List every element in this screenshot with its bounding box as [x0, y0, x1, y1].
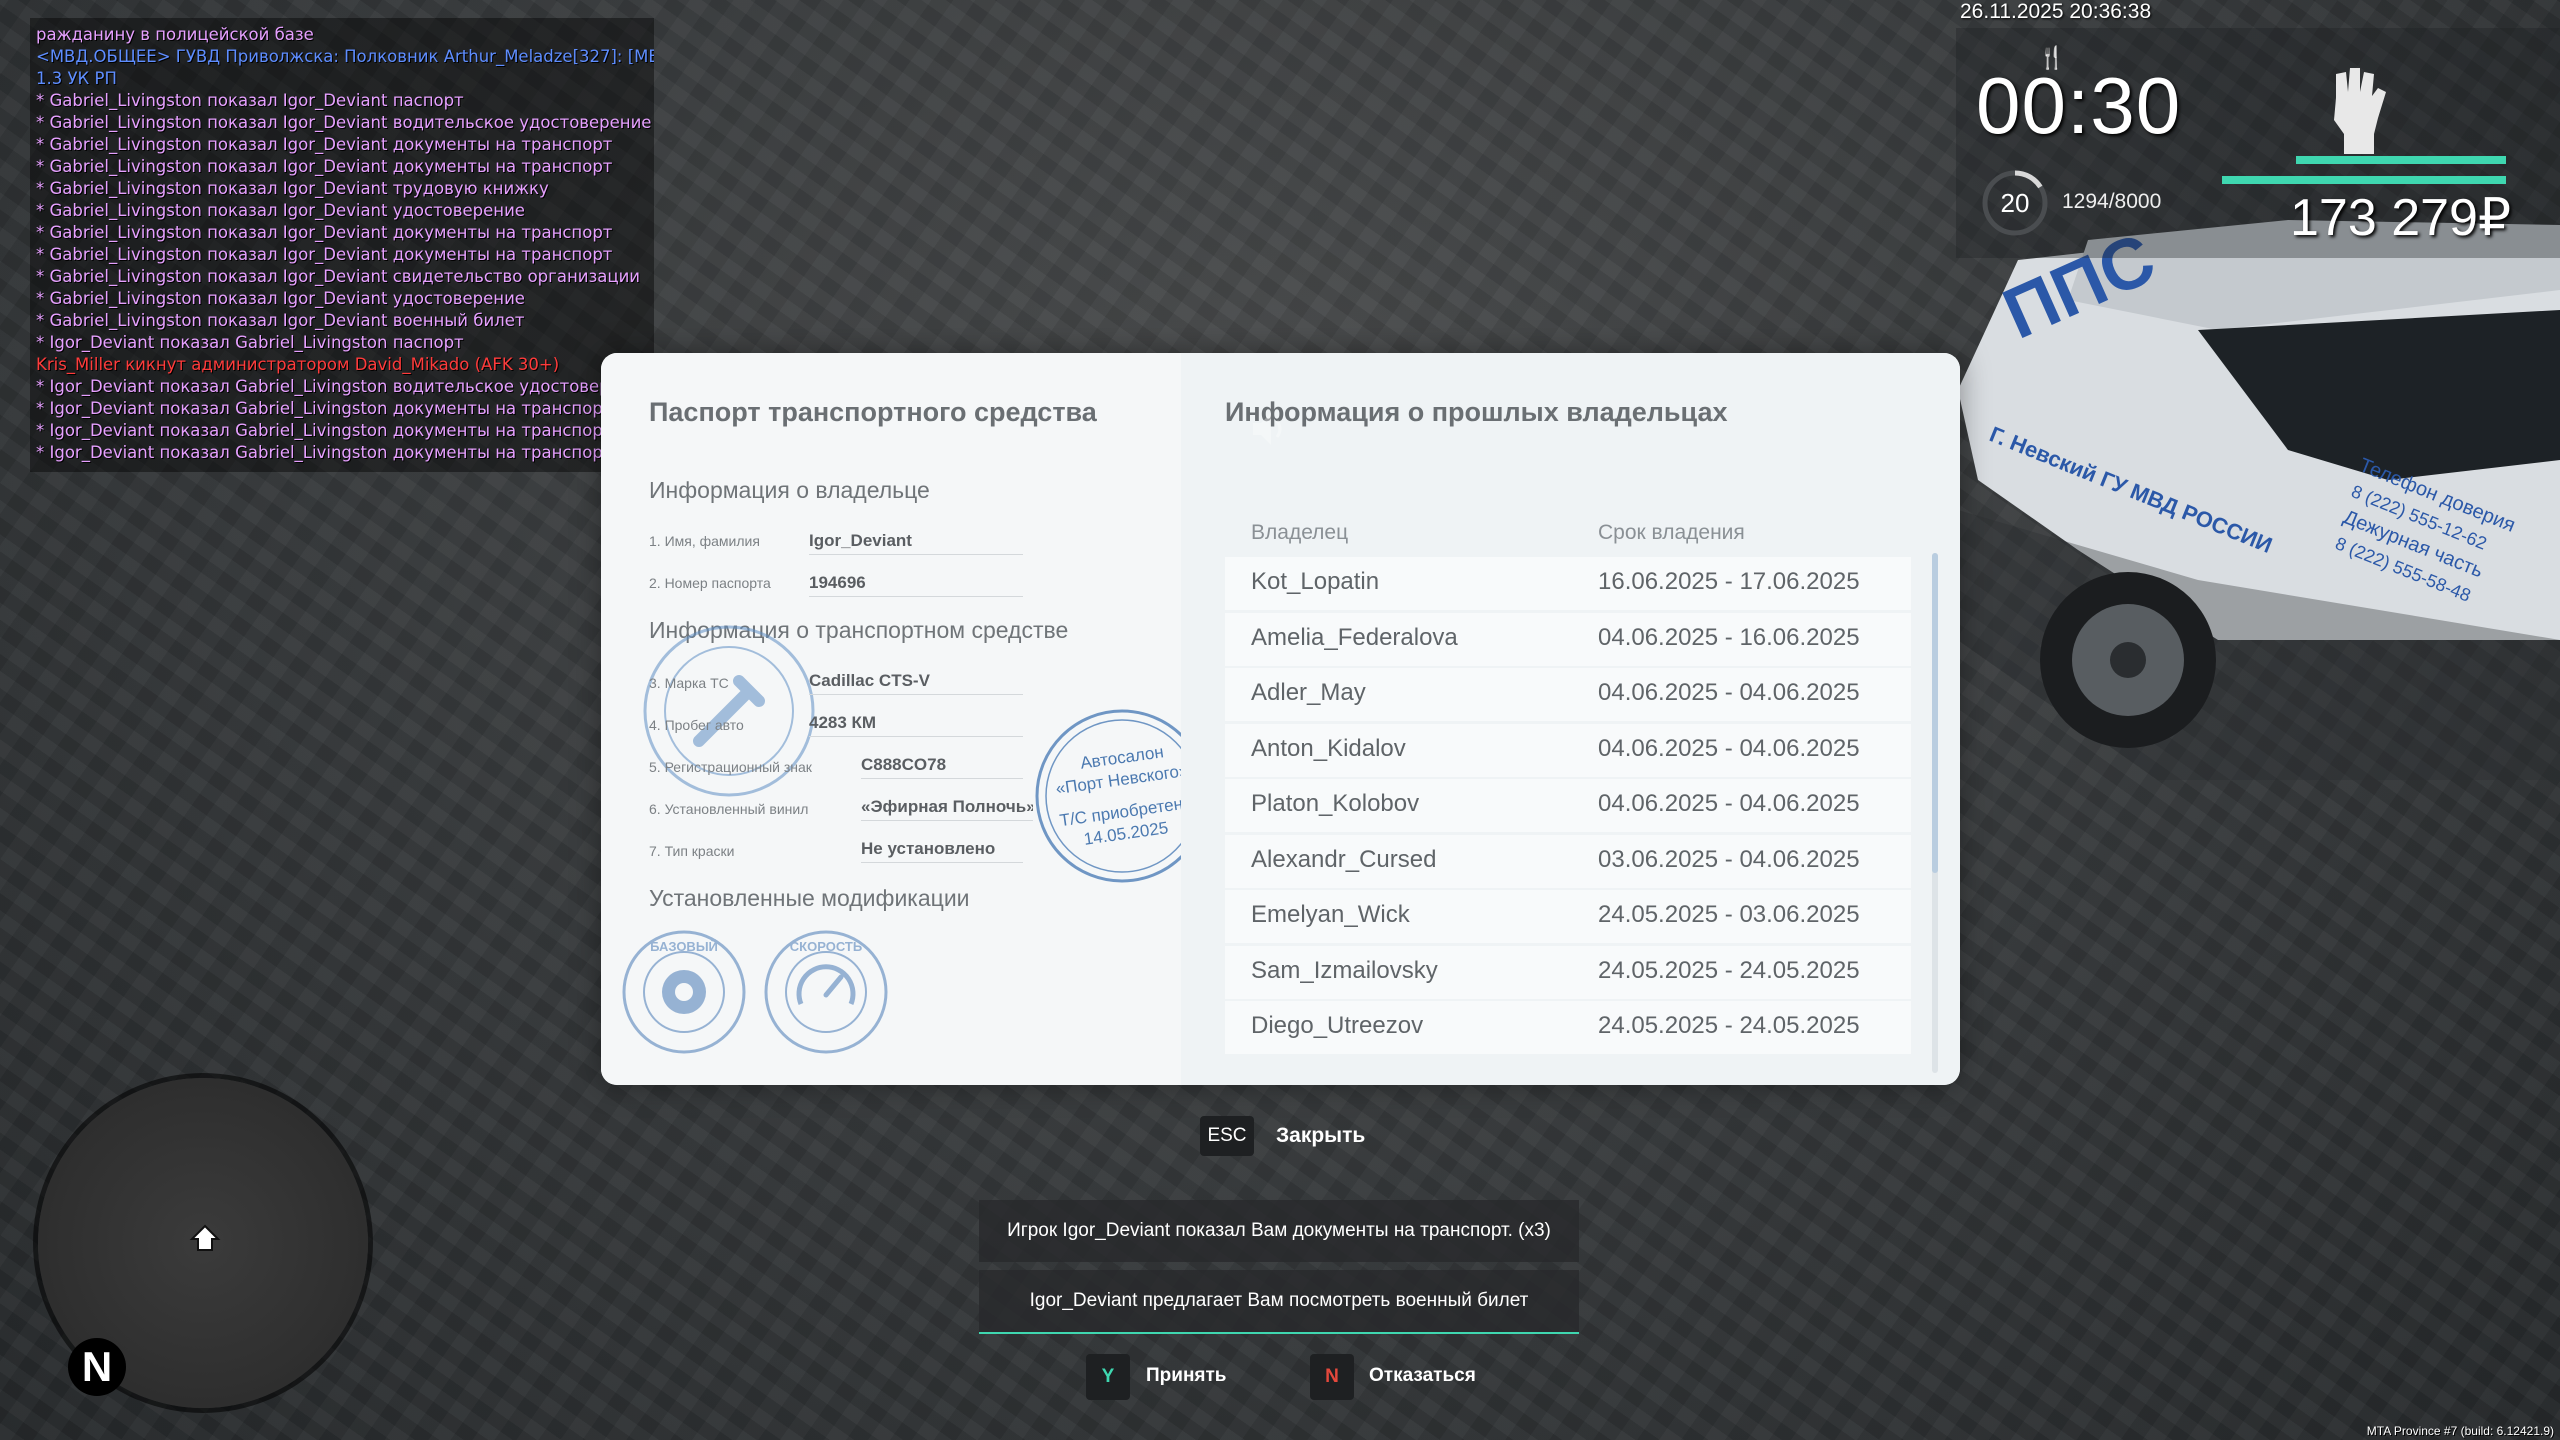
owner-row: Diego_Utreezov 24.05.2025 - 24.05.2025 [1225, 1001, 1911, 1054]
fist-icon [2334, 68, 2386, 154]
vehicle-passport-modal: Паспорт транспортного средства Информаци… [601, 353, 1960, 1085]
owners-scrollbar[interactable] [1932, 553, 1938, 1073]
owner-row: Anton_Kidalov 04.06.2025 - 04.06.2025 [1225, 723, 1911, 777]
chat-box: ражданину в полицейской базе <МВД.ОБЩЕЕ> … [30, 18, 654, 472]
paint-value: Не установлено [861, 839, 1023, 863]
owner-name: Emelyan_Wick [1251, 901, 1410, 928]
owner-row: Sam_Izmailovsky 24.05.2025 - 24.05.2025 [1225, 945, 1911, 999]
vinyl-label: 6. Установленный винил [649, 801, 809, 817]
owner-period: 04.06.2025 - 04.06.2025 [1598, 679, 1860, 706]
owners-list[interactable]: Kot_Lopatin 16.06.2025 - 17.06.2025 Amelia… [1225, 557, 1911, 1065]
chat-line: * Igor_Deviant показал Gabriel_Livingsto… [36, 333, 464, 352]
owner-period: 24.05.2025 - 03.06.2025 [1598, 901, 1860, 928]
owner-name: Anton_Kidalov [1251, 734, 1406, 762]
plate-value: C888CO78 [861, 755, 1023, 779]
paint-label: 7. Тип краски [649, 843, 735, 859]
chat-line: * Igor_Deviant показал Gabriel_Livingsto… [36, 377, 652, 396]
chat-line: * Gabriel_Livingston показал Igor_Devian… [36, 245, 613, 264]
chat-line: * Gabriel_Livingston показал Igor_Devian… [36, 157, 613, 176]
passport-panel: Паспорт транспортного средства Информаци… [601, 353, 1209, 1085]
passport-title: Паспорт транспортного средства [649, 397, 1097, 427]
owner-period: 16.06.2025 - 17.06.2025 [1598, 568, 1860, 595]
owner-row: Amelia_Federalova 04.06.2025 - 16.06.2025 [1225, 612, 1911, 666]
compass-north: N [68, 1338, 126, 1396]
esc-key[interactable]: ESC [1200, 1116, 1254, 1156]
health-bar [2296, 156, 2506, 164]
chat-line: * Gabriel_Livingston показал Igor_Devian… [36, 135, 613, 154]
owner-name: Kot_Lopatin [1251, 568, 1380, 595]
chat-line: * Gabriel_Livingston показал Igor_Devian… [36, 223, 613, 242]
accept-button[interactable]: Принять [1146, 1365, 1227, 1387]
accept-key[interactable]: Y [1086, 1354, 1130, 1400]
passport-number-label: 2. Номер паспорта [649, 575, 771, 591]
chat-line: * Gabriel_Livingston показал Igor_Devian… [36, 289, 525, 308]
owners-title: Информация о прошлых владельцах [1225, 397, 1728, 427]
owner-period: 24.05.2025 - 24.05.2025 [1598, 956, 1860, 984]
police-car: ППС Г. Невский ГУ МВД РОССИИ Телефон дов… [1958, 220, 2560, 780]
plate-label: 5. Регистрационный знак [649, 759, 812, 775]
mod-speed-stamp-text: СКОРОСТЬ [790, 939, 862, 954]
owner-row: Adler_May 04.06.2025 - 04.06.2025 [1225, 668, 1911, 721]
owner-period: 03.06.2025 - 04.06.2025 [1598, 845, 1860, 873]
owner-period: 04.06.2025 - 04.06.2025 [1598, 790, 1860, 817]
speaker-icon [1253, 413, 1282, 445]
mod-base-stamp-text: БАЗОВЫЙ [650, 939, 718, 954]
player-xp: 1294/8000 [2062, 190, 2162, 213]
owner-period: 04.06.2025 - 16.06.2025 [1598, 623, 1860, 651]
chat-line: Kris_Miller кикнут администратором David… [36, 355, 560, 374]
chat-line: * Gabriel_Livingston показал Igor_Devian… [36, 267, 641, 286]
notification-offer: Igor_Deviant предлагает Вам посмотреть в… [979, 1270, 1579, 1334]
owner-period: 24.05.2025 - 24.05.2025 [1598, 1012, 1860, 1039]
chat-line: * Gabriel_Livingston показал Igor_Devian… [36, 91, 464, 110]
chat-line: <МВД.ОБЩЕЕ> ГУВД Приволжска: Полковник A… [36, 47, 654, 66]
chat-line: ражданину в полицейской базе [36, 25, 314, 44]
decline-button[interactable]: Отказаться [1369, 1365, 1476, 1387]
notification-documents: Игрок Igor_Deviant показал Вам документы… [979, 1200, 1579, 1262]
player-money: 173 279₽ [2290, 189, 2512, 247]
player-level: 20 [2000, 187, 2030, 218]
owners-column-period: Срок владения [1598, 521, 1745, 544]
armor-bar [2222, 176, 2506, 184]
owner-name: Alexandr_Cursed [1251, 845, 1437, 873]
mileage-value: 4283 КМ [809, 713, 1023, 737]
owner-row: Alexandr_Cursed 03.06.2025 - 04.06.2025 [1225, 834, 1911, 888]
player-marker-icon [189, 1224, 221, 1251]
owner-name: Sam_Izmailovsky [1251, 956, 1438, 984]
owners-column-owner: Владелец [1251, 521, 1349, 544]
decline-key[interactable]: N [1310, 1354, 1354, 1400]
make-label: 3. Марка ТС [649, 675, 729, 691]
mods-section-title: Установленные модификации [649, 885, 970, 911]
owner-row: Platon_Kolobov 04.06.2025 - 04.06.2025 [1225, 779, 1911, 832]
owner-row: Emelyan_Wick 24.05.2025 - 03.06.2025 [1225, 890, 1911, 943]
chat-line: * Igor_Deviant показал Gabriel_Livingsto… [36, 399, 613, 418]
owner-name: Amelia_Federalova [1251, 623, 1458, 651]
chat-line: 1.3 УК РП [36, 69, 117, 88]
mod-base-stamp: БАЗОВЫЙ [622, 930, 746, 1054]
owner-name-value: Igor_Deviant [809, 531, 1023, 555]
owner-row: Kot_Lopatin 16.06.2025 - 17.06.2025 [1225, 557, 1911, 610]
mileage-label: 4. Пробег авто [649, 717, 744, 733]
close-button[interactable]: Закрыть [1276, 1124, 1365, 1148]
mod-speed-stamp: СКОРОСТЬ [764, 930, 888, 1054]
make-value: Cadillac CTS-V [809, 671, 1023, 695]
hud-clock: 00:30 [1976, 61, 2182, 150]
chat-line: * Gabriel_Livingston показал Igor_Devian… [36, 113, 652, 132]
owner-name: Platon_Kolobov [1251, 790, 1420, 817]
owner-name: Diego_Utreezov [1251, 1012, 1424, 1039]
owner-name: Adler_May [1251, 679, 1366, 706]
chat-line: * Gabriel_Livingston показал Igor_Devian… [36, 201, 525, 220]
owners-scrollbar-thumb[interactable] [1932, 553, 1938, 873]
hud-datetime: 26.11.2025 20:36:38 [1960, 0, 2152, 23]
owner-name-label: 1. Имя, фамилия [649, 533, 760, 549]
build-info: MTA Province #7 (build: 6.12421.9) [2366, 1424, 2554, 1438]
chat-line: * Gabriel_Livingston показал Igor_Devian… [36, 179, 549, 198]
owner-period: 04.06.2025 - 04.06.2025 [1598, 734, 1860, 762]
chat-line: * Igor_Deviant показал Gabriel_Livingsto… [36, 443, 613, 462]
vinyl-value: «Эфирная Полночь» [861, 797, 1033, 821]
chat-line: * Igor_Deviant показал Gabriel_Livingsto… [36, 421, 613, 440]
passport-number-value: 194696 [809, 573, 1023, 597]
owner-section-title: Информация о владельце [649, 477, 930, 503]
chat-line: * Gabriel_Livingston показал Igor_Devian… [36, 311, 525, 330]
